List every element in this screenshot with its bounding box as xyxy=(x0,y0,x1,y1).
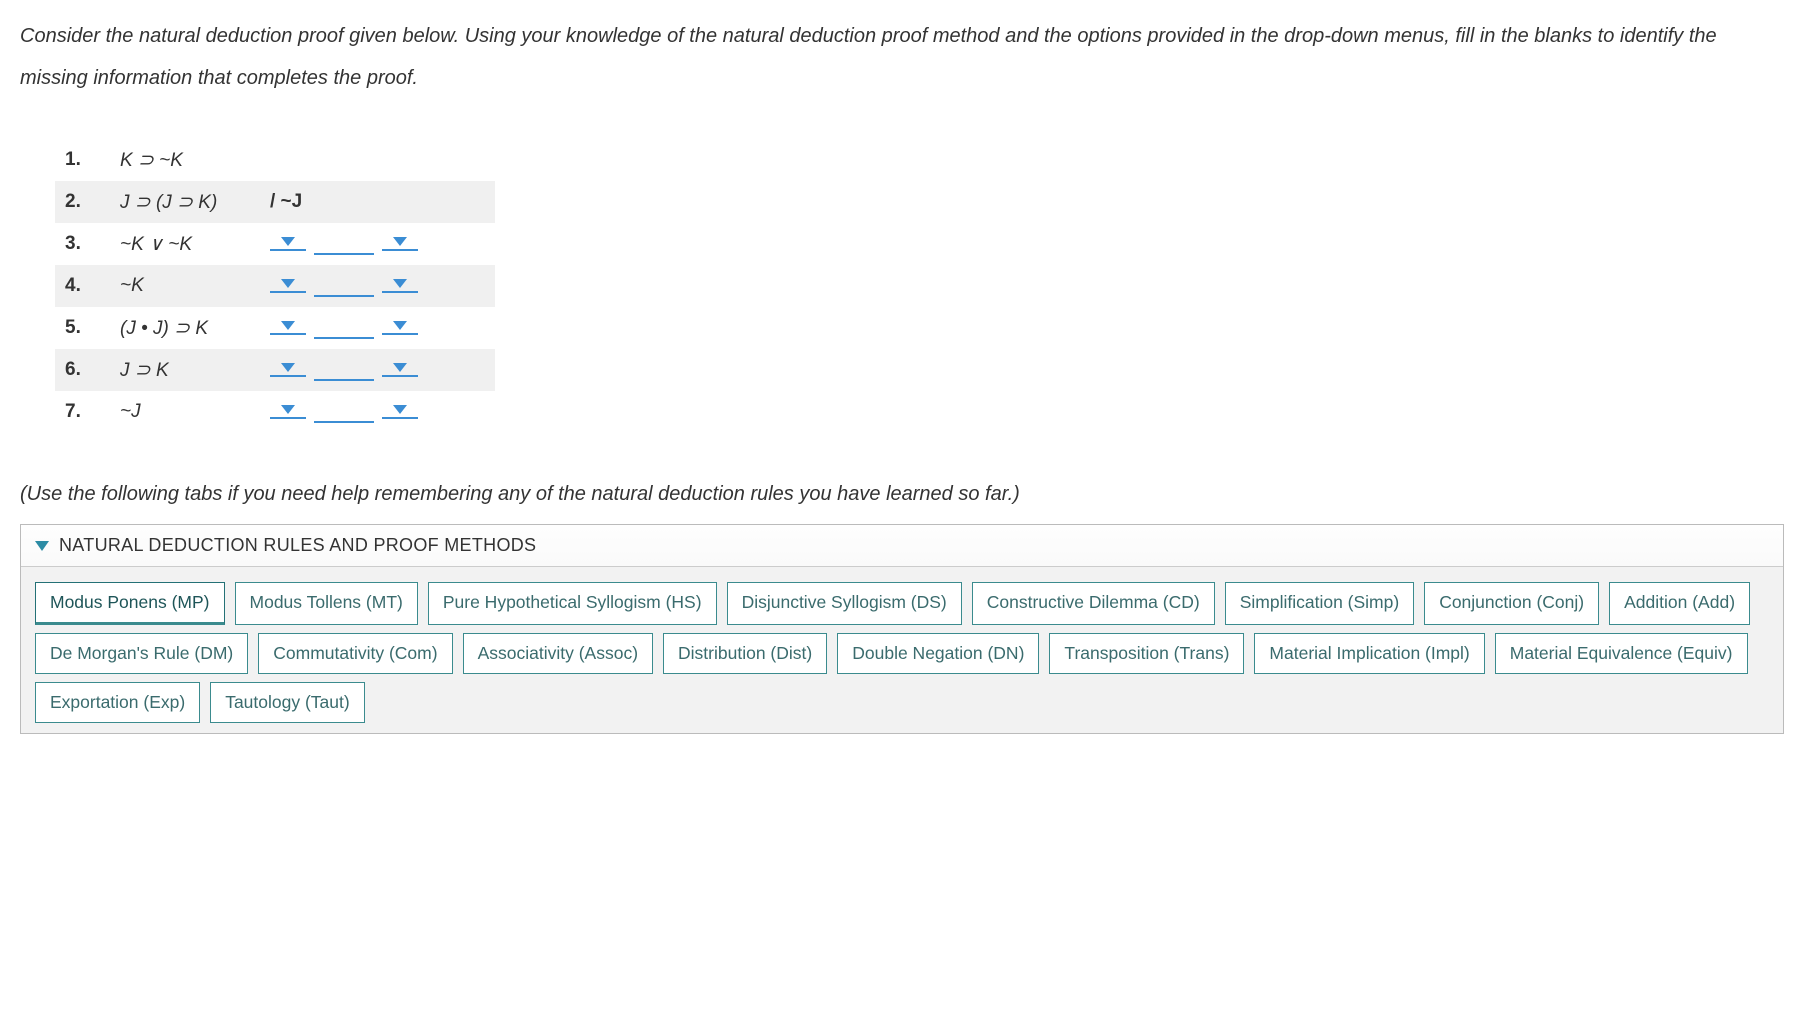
chevron-down-icon xyxy=(393,237,407,246)
proof-line-number: 6. xyxy=(65,359,120,381)
line-ref-input[interactable] xyxy=(314,275,374,297)
rule-tab-trans[interactable]: Transposition (Trans) xyxy=(1049,633,1244,674)
proof-line-number: 2. xyxy=(65,191,120,213)
proof-row: 7. ~J xyxy=(55,391,495,433)
rule-tab-impl[interactable]: Material Implication (Impl) xyxy=(1254,633,1484,674)
rules-panel-title: NATURAL DEDUCTION RULES AND PROOF METHOD… xyxy=(59,535,536,556)
line-ref-dropdown[interactable] xyxy=(270,279,306,293)
chevron-down-icon xyxy=(393,363,407,372)
rule-tab-add[interactable]: Addition (Add) xyxy=(1609,582,1750,625)
proof-row: 2. J ⊃ (J ⊃ K) / ~J xyxy=(55,181,495,223)
proof-line-number: 5. xyxy=(65,317,120,339)
rule-tab-conj[interactable]: Conjunction (Conj) xyxy=(1424,582,1599,625)
rule-tab-com[interactable]: Commutativity (Com) xyxy=(258,633,452,674)
proof-statement: K ⊃ ~K xyxy=(120,149,270,172)
rule-tab-mt[interactable]: Modus Tollens (MT) xyxy=(235,582,418,625)
chevron-down-icon xyxy=(281,321,295,330)
rule-tab-ds[interactable]: Disjunctive Syllogism (DS) xyxy=(727,582,962,625)
chevron-down-icon xyxy=(393,405,407,414)
chevron-down-icon xyxy=(281,279,295,288)
proof-statement: J ⊃ (J ⊃ K) xyxy=(120,191,270,214)
chevron-down-icon xyxy=(281,237,295,246)
rule-tab-dn[interactable]: Double Negation (DN) xyxy=(837,633,1039,674)
line-ref-input[interactable] xyxy=(314,401,374,423)
proof-statement: ~J xyxy=(120,401,270,423)
justification-dropdowns xyxy=(270,401,418,423)
rule-tab-cd[interactable]: Constructive Dilemma (CD) xyxy=(972,582,1215,625)
proof-statement: (J • J) ⊃ K xyxy=(120,317,270,340)
line-ref-input[interactable] xyxy=(314,317,374,339)
rule-tab-dm[interactable]: De Morgan's Rule (DM) xyxy=(35,633,248,674)
rules-tabs: Modus Ponens (MP) Modus Tollens (MT) Pur… xyxy=(21,567,1783,733)
rule-tab-mp[interactable]: Modus Ponens (MP) xyxy=(35,582,225,625)
rule-dropdown[interactable] xyxy=(382,363,418,377)
rule-dropdown[interactable] xyxy=(382,321,418,335)
proof-row: 6. J ⊃ K xyxy=(55,349,495,391)
line-ref-input[interactable] xyxy=(314,233,374,255)
rule-dropdown[interactable] xyxy=(382,279,418,293)
justification-dropdowns xyxy=(270,317,418,339)
rule-tab-exp[interactable]: Exportation (Exp) xyxy=(35,682,200,723)
line-ref-dropdown[interactable] xyxy=(270,321,306,335)
chevron-down-icon xyxy=(393,279,407,288)
proof-table: 1. K ⊃ ~K 2. J ⊃ (J ⊃ K) / ~J 3. ~K ∨ ~K… xyxy=(55,139,1784,433)
rule-tab-dist[interactable]: Distribution (Dist) xyxy=(663,633,827,674)
justification-dropdowns xyxy=(270,359,418,381)
line-ref-dropdown[interactable] xyxy=(270,405,306,419)
line-ref-dropdown[interactable] xyxy=(270,363,306,377)
rule-dropdown[interactable] xyxy=(382,405,418,419)
justification-dropdowns xyxy=(270,275,418,297)
instructions-text: Consider the natural deduction proof giv… xyxy=(20,15,1784,99)
proof-row: 4. ~K xyxy=(55,265,495,307)
proof-line-number: 7. xyxy=(65,401,120,423)
chevron-down-icon xyxy=(35,541,49,551)
rule-dropdown[interactable] xyxy=(382,237,418,251)
line-ref-dropdown[interactable] xyxy=(270,237,306,251)
rule-tab-assoc[interactable]: Associativity (Assoc) xyxy=(463,633,653,674)
rule-tab-simp[interactable]: Simplification (Simp) xyxy=(1225,582,1414,625)
proof-row: 5. (J • J) ⊃ K xyxy=(55,307,495,349)
proof-line-number: 4. xyxy=(65,275,120,297)
proof-statement: J ⊃ K xyxy=(120,359,270,382)
proof-statement: ~K ∨ ~K xyxy=(120,233,270,256)
justification-dropdowns xyxy=(270,233,418,255)
proof-line-number: 1. xyxy=(65,149,120,171)
proof-line-number: 3. xyxy=(65,233,120,255)
chevron-down-icon xyxy=(393,321,407,330)
proof-statement: ~K xyxy=(120,275,270,297)
proof-row: 1. K ⊃ ~K xyxy=(55,139,495,181)
rule-tab-equiv[interactable]: Material Equivalence (Equiv) xyxy=(1495,633,1748,674)
help-text: (Use the following tabs if you need help… xyxy=(20,483,1784,506)
chevron-down-icon xyxy=(281,405,295,414)
proof-row: 3. ~K ∨ ~K xyxy=(55,223,495,265)
proof-conclusion: / ~J xyxy=(270,191,302,213)
rule-tab-hs[interactable]: Pure Hypothetical Syllogism (HS) xyxy=(428,582,717,625)
line-ref-input[interactable] xyxy=(314,359,374,381)
rule-tab-taut[interactable]: Tautology (Taut) xyxy=(210,682,365,723)
chevron-down-icon xyxy=(281,363,295,372)
rules-panel-header[interactable]: NATURAL DEDUCTION RULES AND PROOF METHOD… xyxy=(21,525,1783,567)
rules-panel: NATURAL DEDUCTION RULES AND PROOF METHOD… xyxy=(20,524,1784,734)
